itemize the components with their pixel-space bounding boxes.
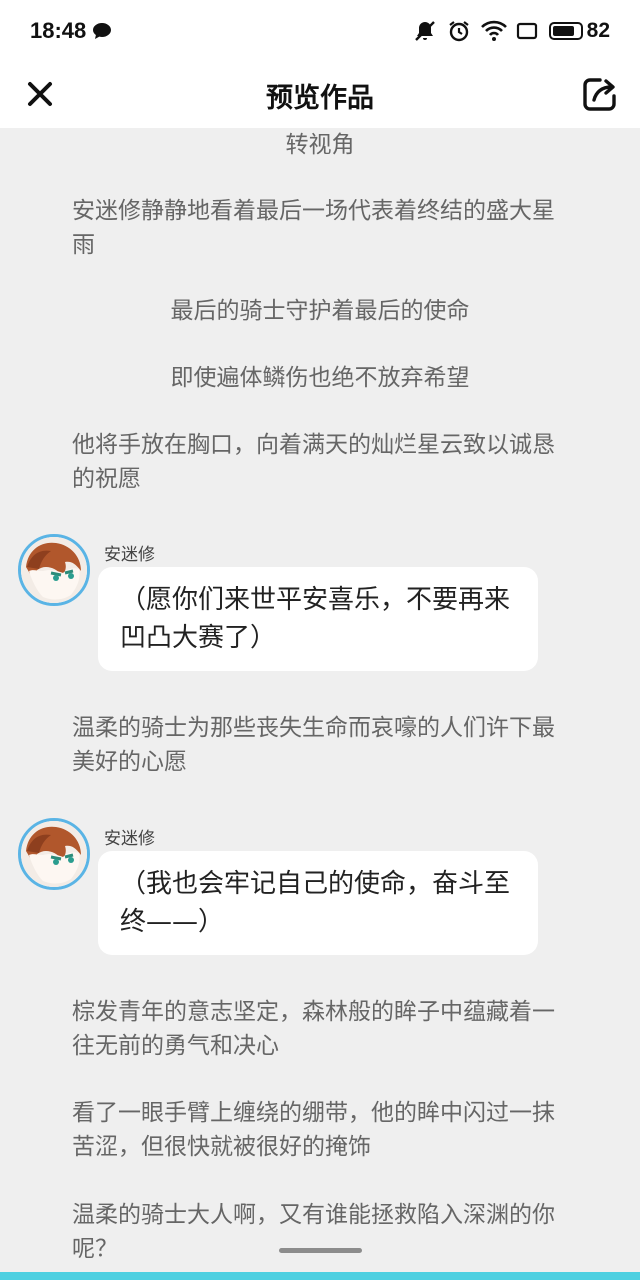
screen-icon	[515, 19, 539, 43]
story-paragraph: 棕发青年的意志坚定，森林般的眸子中蕴藏着一往无前的勇气和决心	[72, 999, 555, 1059]
story-paragraph: 转视角	[285, 132, 355, 158]
bottom-strip	[0, 1272, 640, 1280]
status-icons: 82	[413, 19, 610, 43]
battery-level: 82	[586, 19, 610, 42]
close-icon	[28, 82, 52, 106]
battery-icon: 82	[548, 19, 610, 43]
battery-body	[548, 22, 583, 40]
story-paragraph: 他将手放在胸口，向着满天的灿烂星云致以诚恳的祝愿	[72, 432, 555, 492]
share-button[interactable]	[580, 72, 620, 116]
speaker-name: 安迷修	[104, 545, 155, 565]
close-button[interactable]	[22, 74, 58, 114]
story-paragraph: 最后的骑士守护着最后的使命	[170, 298, 470, 324]
story-paragraph: 安迷修静静地看着最后一场代表着终结的盛大星雨	[72, 198, 555, 258]
title-bar: 预览作品	[0, 62, 640, 128]
avatar[interactable]	[18, 818, 90, 890]
page-title: 预览作品	[266, 82, 374, 114]
avatar[interactable]	[18, 534, 90, 606]
chat-icon	[92, 22, 112, 40]
dialog-bubble: （愿你们来世平安喜乐，不要再来凹凸大赛了）	[98, 567, 538, 671]
story-paragraph: 温柔的骑士为那些丧失生命而哀嚎的人们许下最美好的心愿	[72, 715, 555, 775]
share-icon	[583, 78, 616, 111]
mute-icon	[413, 19, 437, 43]
story-content[interactable]: 转视角 安迷修静静地看着最后一场代表着终结的盛大星雨 最后的骑士守护着最后的使命…	[0, 128, 640, 1280]
wifi-icon	[480, 19, 507, 43]
screen: 18:48 82 预览作品 转视角 安迷修静静地看着最后一场代表着终结的盛大星雨…	[0, 0, 640, 1280]
status-time: 18:48	[30, 18, 87, 43]
dialog-bubble: （我也会牢记自己的使命，奋斗至终——）	[98, 851, 538, 955]
status-bar: 18:48 82	[0, 0, 640, 62]
speaker-name: 安迷修	[104, 829, 155, 849]
home-indicator[interactable]	[279, 1248, 362, 1253]
alarm-icon	[447, 19, 471, 43]
story-paragraph: 即使遍体鳞伤也绝不放弃希望	[170, 365, 470, 391]
story-paragraph: 温柔的骑士大人啊，又有谁能拯救陷入深渊的你呢？	[72, 1202, 555, 1262]
story-paragraph: 看了一眼手臂上缠绕的绷带，他的眸中闪过一抹苦涩，但很快就被很好的掩饰	[72, 1100, 555, 1160]
battery-fill	[552, 26, 574, 36]
